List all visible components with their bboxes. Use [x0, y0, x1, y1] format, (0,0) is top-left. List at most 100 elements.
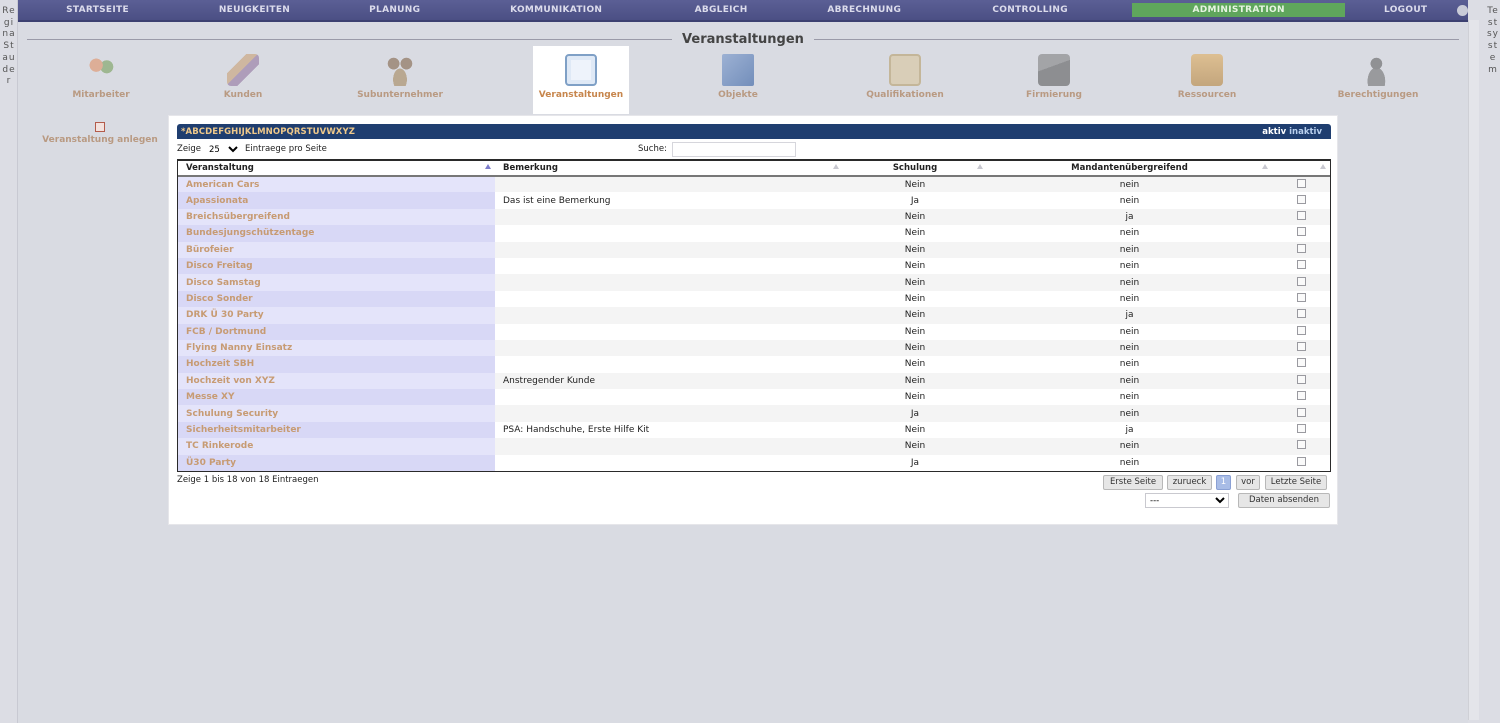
column-veranstaltung[interactable]: Veranstaltung [178, 161, 495, 177]
row-checkbox[interactable] [1296, 358, 1306, 368]
row-checkbox[interactable] [1296, 309, 1306, 319]
training-cell: Ja [843, 405, 987, 422]
event-name-link[interactable]: Disco Samstag [178, 274, 495, 291]
event-name-link[interactable]: Messe XY [178, 389, 495, 406]
event-name-link[interactable]: Disco Sonder [178, 290, 495, 308]
table-row: Schulung Security Ja nein [178, 405, 1330, 422]
row-checkbox[interactable] [1296, 424, 1306, 434]
nav-controlling[interactable]: CONTROLLING [941, 0, 1119, 21]
user-name-vertical: Regina Stauder [2, 6, 20, 87]
module-berechtigungen[interactable]: Berechtigungen [1330, 46, 1426, 114]
nav-startseite[interactable]: STARTSEITE [18, 0, 177, 21]
module-firmierung[interactable]: Firmierung [1006, 46, 1102, 114]
page-1-button[interactable]: 1 [1216, 475, 1231, 490]
column-select[interactable] [1272, 161, 1330, 177]
nav-planung[interactable]: PLANUNG [332, 0, 457, 21]
entries-per-page-label: Eintraege pro Seite [245, 144, 327, 154]
page-scrollbar[interactable] [1468, 20, 1479, 720]
select-cell [1272, 323, 1330, 340]
module-objekte[interactable]: Objekte [690, 46, 786, 114]
next-page-button[interactable]: vor [1236, 475, 1260, 490]
cross-client-cell: nein [987, 372, 1272, 390]
module-subunternehmer[interactable]: Subunternehmer [352, 46, 448, 114]
module-label: Subunternehmer [357, 90, 443, 100]
row-checkbox[interactable] [1296, 178, 1306, 188]
event-name-link[interactable]: FCB / Dortmund [178, 323, 495, 340]
row-checkbox[interactable] [1296, 227, 1306, 237]
select-cell [1272, 290, 1330, 308]
row-checkbox[interactable] [1296, 342, 1306, 352]
event-name-link[interactable]: Bürofeier [178, 241, 495, 258]
create-event-link[interactable]: Veranstaltung anlegen [40, 122, 160, 145]
nav-abgleich[interactable]: ABGLEICH [655, 0, 787, 21]
row-checkbox[interactable] [1296, 391, 1306, 401]
cross-client-cell: nein [987, 257, 1272, 275]
module-mitarbeiter[interactable]: Mitarbeiter [53, 46, 149, 114]
module-qualifikationen[interactable]: Qualifikationen [857, 46, 953, 114]
search-input[interactable] [672, 142, 796, 157]
column-mandantenuebergreifend[interactable]: Mandantenübergreifend [987, 161, 1272, 177]
cross-client-cell: nein [987, 356, 1272, 373]
table-row: TC Rinkerode Nein nein [178, 438, 1330, 455]
module-veranstaltungen[interactable]: Veranstaltungen [533, 46, 629, 114]
remark-cell [495, 225, 843, 242]
module-label: Mitarbeiter [72, 90, 130, 100]
nav-abrechnung[interactable]: ABRECHNUNG [787, 0, 941, 21]
row-checkbox[interactable] [1296, 292, 1306, 302]
row-checkbox[interactable] [1296, 407, 1306, 417]
row-checkbox[interactable] [1296, 325, 1306, 335]
submit-data-button[interactable]: Daten absenden [1238, 493, 1330, 508]
filter-inactive-link[interactable]: inaktiv [1289, 127, 1322, 137]
module-kunden[interactable]: Kunden [195, 46, 291, 114]
table-row: Bundesjungschützentage Nein nein [178, 225, 1330, 242]
select-cell [1272, 225, 1330, 242]
event-name-link[interactable]: Bundesjungschützentage [178, 225, 495, 242]
filter-active-link[interactable]: aktiv [1262, 127, 1286, 137]
event-name-link[interactable]: Schulung Security [178, 405, 495, 422]
row-checkbox[interactable] [1296, 456, 1306, 466]
remark-cell [495, 290, 843, 308]
remark-cell: PSA: Handschuhe, Erste Hilfe Kit [495, 421, 843, 439]
sort-icon [833, 164, 839, 169]
alphabet-filter[interactable]: *ABCDEFGHIJKLMNOPQRSTUVWXYZ [181, 127, 355, 137]
nav-neuigkeiten[interactable]: NEUIGKEITEN [177, 0, 332, 21]
previous-page-button[interactable]: zurueck [1167, 475, 1212, 490]
cross-client-cell: nein [987, 454, 1272, 472]
nav-administration[interactable]: ADMINISTRATION [1132, 3, 1346, 17]
row-checkbox[interactable] [1296, 210, 1306, 220]
event-name-link[interactable]: Sicherheitsmitarbeiter [178, 421, 495, 439]
event-name-link[interactable]: Hochzeit SBH [178, 356, 495, 373]
module-ressourcen[interactable]: Ressourcen [1159, 46, 1255, 114]
event-name-link[interactable]: TC Rinkerode [178, 438, 495, 455]
row-checkbox[interactable] [1296, 194, 1306, 204]
nav-kommunikation[interactable]: KOMMUNIKATION [457, 0, 654, 21]
training-cell: Nein [843, 323, 987, 340]
first-page-button[interactable]: Erste Seite [1103, 475, 1163, 490]
nav-logout[interactable]: LOGOUT [1360, 0, 1451, 21]
user-key-icon [1362, 54, 1394, 86]
event-name-link[interactable]: Disco Freitag [178, 257, 495, 275]
event-name-link[interactable]: Breichsübergreifend [178, 208, 495, 226]
handshake-icon [227, 54, 259, 86]
event-name-link[interactable]: American Cars [178, 176, 495, 193]
select-cell [1272, 241, 1330, 258]
event-name-link[interactable]: Hochzeit von XYZ [178, 372, 495, 390]
remark-cell [495, 208, 843, 226]
row-checkbox[interactable] [1296, 276, 1306, 286]
row-checkbox[interactable] [1296, 243, 1306, 253]
event-name-link[interactable]: DRK Ü 30 Party [178, 307, 495, 324]
bulk-action-select[interactable]: --- [1145, 493, 1229, 508]
remark-cell [495, 356, 843, 373]
row-checkbox[interactable] [1296, 260, 1306, 270]
event-name-link[interactable]: Flying Nanny Einsatz [178, 339, 495, 357]
help-icon[interactable] [1457, 4, 1468, 16]
event-name-link[interactable]: Ü30 Party [178, 454, 495, 472]
row-checkbox[interactable] [1296, 440, 1306, 450]
page-size-select[interactable]: 25 [205, 143, 241, 156]
row-checkbox[interactable] [1296, 374, 1306, 384]
column-schulung[interactable]: Schulung [843, 161, 987, 177]
column-bemerkung[interactable]: Bemerkung [495, 161, 843, 177]
event-name-link[interactable]: Apassionata [178, 192, 495, 209]
last-page-button[interactable]: Letzte Seite [1265, 475, 1327, 490]
select-cell [1272, 176, 1330, 193]
